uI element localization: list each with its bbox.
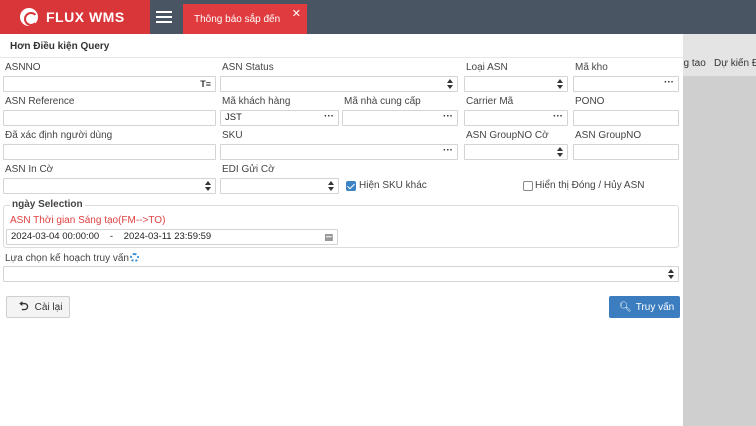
background-overlay <box>683 34 756 426</box>
reset-button[interactable]: ⮌ Cài lại <box>6 296 70 318</box>
more-dots-icon[interactable]: ··· <box>664 77 674 89</box>
sku-label: SKU <box>222 130 243 141</box>
background-grid-header <box>683 34 756 76</box>
select-arrows-icon <box>447 79 453 89</box>
asn-in-co-select[interactable] <box>3 178 216 194</box>
close-icon[interactable]: ✕ <box>292 7 301 20</box>
select-arrows-icon <box>668 269 674 279</box>
user-input[interactable] <box>3 144 216 160</box>
asn-status-select[interactable] <box>220 76 458 92</box>
ma-nha-cung-cap-label: Mã nhà cung cấp <box>344 96 421 107</box>
menu-list-icon[interactable] <box>156 9 172 25</box>
sku-input[interactable]: ··· <box>220 144 458 160</box>
show-sku-checkbox[interactable] <box>346 181 356 191</box>
query-plan-label: Lựa chọn kế hoạch truy vấn <box>5 253 139 264</box>
more-dots-icon[interactable]: ··· <box>443 111 453 123</box>
date-separator: - <box>109 231 114 242</box>
date-selection-legend: ngày Selection <box>10 199 85 210</box>
loai-asn-label: Loại ASN <box>466 62 508 73</box>
search-icon: 🔍︎ <box>619 301 632 313</box>
calendar-icon[interactable]: ▤ <box>324 230 333 244</box>
ma-kho-input[interactable]: ··· <box>573 76 679 92</box>
pono-input[interactable] <box>573 110 679 126</box>
asn-groupno-co-select[interactable] <box>464 144 568 160</box>
asn-in-co-label: ASN In Cờ <box>5 164 54 175</box>
date-to[interactable]: 2024-03-11 23:59:59 <box>124 231 212 242</box>
asnno-input[interactable]: T≡ <box>3 76 216 92</box>
show-closed-checkbox[interactable] <box>523 181 533 191</box>
filter-list-icon[interactable]: T≡ <box>200 77 211 91</box>
logo-text: FLUX WMS <box>46 9 125 25</box>
edi-gui-co-label: EDI Gửi Cờ <box>222 164 275 175</box>
asn-reference-input[interactable] <box>3 110 216 126</box>
tab-thong-bao-sap-den[interactable]: Thông báo sắp đến ✕ <box>183 4 307 34</box>
more-dots-icon[interactable]: ··· <box>443 145 453 157</box>
background-column-header: Dự kiến Đ <box>714 58 756 69</box>
gear-icon[interactable] <box>130 253 139 262</box>
carrier-ma-label: Carrier Mã <box>466 96 514 107</box>
undo-icon: ⮌ <box>19 298 29 313</box>
query-plan-select[interactable] <box>3 266 679 282</box>
ma-khach-hang-input[interactable]: JST ··· <box>220 110 339 126</box>
more-dots-icon[interactable]: ··· <box>553 111 563 123</box>
more-dots-icon[interactable]: ··· <box>324 111 334 123</box>
show-sku-label: Hiện SKU khác <box>359 180 427 191</box>
ma-khach-hang-label: Mã khách hàng <box>222 96 291 107</box>
loai-asn-select[interactable] <box>464 76 568 92</box>
show-closed-label: Hiển thị Đóng / Hủy ASN <box>535 180 645 191</box>
panel-title: Hơn Điều kiện Query <box>10 41 110 52</box>
select-arrows-icon <box>557 79 563 89</box>
asn-reference-label: ASN Reference <box>5 96 75 107</box>
flux-logo-icon <box>20 8 38 26</box>
ma-nha-cung-cap-input[interactable]: ··· <box>342 110 458 126</box>
select-arrows-icon <box>328 181 334 191</box>
ma-kho-label: Mã kho <box>575 62 608 73</box>
asn-status-label: ASN Status <box>222 62 274 73</box>
pono-label: PONO <box>575 96 605 107</box>
asn-groupno-co-label: ASN GroupNO Cờ <box>466 130 549 141</box>
divider <box>0 57 683 58</box>
carrier-ma-input[interactable]: ··· <box>464 110 568 126</box>
date-range-input[interactable]: 2024-03-04 00:00:00 - 2024-03-11 23:59:5… <box>6 229 338 245</box>
logo: FLUX WMS <box>0 0 150 34</box>
query-panel: Hơn Điều kiện Query ASNNO T≡ ASN Status … <box>0 34 683 426</box>
query-button[interactable]: 🔍︎ Truy vấn <box>609 296 680 318</box>
asnno-label: ASNNO <box>5 62 41 73</box>
top-bar: FLUX WMS Thông báo sắp đến ✕ <box>0 0 756 34</box>
user-label: Đã xác định người dùng <box>5 130 113 141</box>
date-from[interactable]: 2024-03-04 00:00:00 <box>11 231 99 242</box>
asn-groupno-input[interactable] <box>573 144 679 160</box>
asn-groupno-label: ASN GroupNO <box>575 130 642 141</box>
tab-label: Thông báo sắp đến <box>194 13 281 25</box>
edi-gui-co-select[interactable] <box>220 178 339 194</box>
select-arrows-icon <box>557 147 563 157</box>
date-range-label: ASN Thời gian Sáng tạo(FM-->TO) <box>10 215 166 226</box>
select-arrows-icon <box>205 181 211 191</box>
